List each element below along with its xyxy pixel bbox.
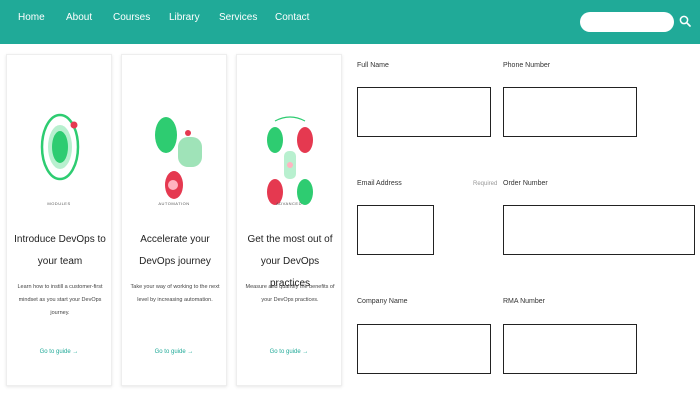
card-tag: Automation [158, 201, 190, 206]
top-navbar: Home About Courses Library Services Cont… [0, 0, 700, 44]
phone-number-label: Phone Number [503, 62, 551, 69]
card-title: Introduce DevOps to your team [14, 234, 106, 267]
rma-number-label: RMA Number [503, 298, 546, 305]
email-address-field[interactable] [357, 205, 434, 255]
nav-link-about[interactable]: About [66, 12, 92, 23]
card-description: Take your way of working to the next lev… [130, 284, 220, 303]
guide-card-practices: Advanced Get the most out of your DevOps… [236, 54, 342, 386]
two-node-illustration [155, 117, 202, 199]
go-to-guide-link[interactable]: Go to guide → [122, 349, 226, 355]
order-number-field[interactable] [503, 205, 695, 255]
phone-number-field[interactable] [503, 87, 637, 137]
company-name-label: Company Name [357, 298, 408, 305]
card-description: Measure and quantify the benefits of you… [245, 284, 335, 303]
card-tag: Advanced [276, 201, 302, 206]
search-input[interactable] [580, 12, 674, 32]
card-description: Learn how to instill a customer-first mi… [17, 284, 103, 316]
go-to-guide-link[interactable]: Go to guide → [237, 349, 341, 355]
required-note: Required [473, 181, 498, 187]
card-title: Accelerate your DevOps journey [139, 234, 211, 267]
nav-link-library[interactable]: Library [169, 12, 200, 23]
nav-link-services[interactable]: Services [219, 12, 257, 23]
order-number-label: Order Number [503, 180, 548, 187]
single-node-illustration [40, 113, 80, 181]
search-icon[interactable] [679, 15, 691, 27]
go-to-guide-link[interactable]: Go to guide → [7, 349, 111, 355]
nav-link-courses[interactable]: Courses [113, 12, 150, 23]
email-address-label: Email Address [357, 180, 402, 187]
company-name-field[interactable] [357, 324, 491, 374]
rma-number-field[interactable] [503, 324, 637, 374]
four-node-illustration [267, 116, 313, 205]
full-name-label: Full Name [357, 62, 389, 69]
full-name-field[interactable] [357, 87, 491, 137]
card-tag: Modules [47, 201, 71, 206]
guide-card-accelerate: Automation Accelerate your DevOps journe… [121, 54, 227, 386]
nav-link-contact[interactable]: Contact [275, 12, 309, 23]
guide-card-introduce: Modules Introduce DevOps to your team Le… [6, 54, 112, 386]
nav-link-home[interactable]: Home [18, 12, 45, 23]
